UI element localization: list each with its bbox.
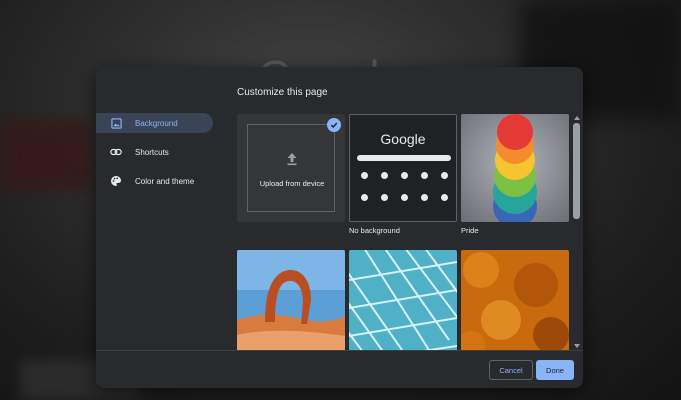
preview-shortcut-dot (361, 194, 368, 201)
sidebar-item-label: Shortcuts (135, 147, 169, 157)
no-background-tile[interactable]: Google (349, 114, 457, 222)
preview-shortcut-dot (361, 172, 368, 179)
dialog-footer: Cancel Done (96, 350, 583, 388)
glass-building-photo (349, 250, 457, 350)
scrollbar-thumb[interactable] (573, 123, 580, 219)
dialog-title: Customize this page (237, 87, 328, 98)
upload-icon (287, 153, 297, 166)
sidebar-item-color-theme[interactable]: Color and theme (96, 171, 216, 191)
scroll-up-icon[interactable] (572, 114, 581, 122)
arch-photo-tile[interactable] (237, 250, 345, 350)
preview-shortcut-dot (441, 194, 448, 201)
upload-dropzone[interactable]: Upload from device (247, 124, 335, 212)
preview-shortcut-dot (421, 194, 428, 201)
preview-searchbar (357, 155, 451, 161)
cancel-button[interactable]: Cancel (489, 360, 533, 380)
preview-shortcut-dot (441, 172, 448, 179)
preview-shortcut-dot (381, 172, 388, 179)
sidebar-item-label: Background (135, 118, 178, 128)
scroll-down-icon[interactable] (572, 342, 581, 350)
pride-label: Pride (461, 226, 479, 235)
selected-check-icon (327, 118, 341, 132)
sidebar-nav: Background Shortcuts Color and theme (96, 113, 216, 200)
sidebar-item-background[interactable]: Background (96, 113, 213, 133)
pride-artwork (461, 114, 569, 222)
preview-google-logo: Google (380, 131, 426, 147)
upload-label: Upload from device (259, 179, 325, 188)
background-grid: Upload from device Google No background (237, 114, 571, 350)
glass-building-photo-tile[interactable] (349, 250, 457, 350)
autumn-leaves-photo (461, 250, 569, 350)
grid-scrollbar[interactable] (572, 114, 581, 350)
upload-from-device-tile[interactable]: Upload from device (237, 114, 345, 222)
no-background-label: No background (349, 226, 400, 235)
palette-icon (110, 175, 122, 187)
preview-shortcut-dot (421, 172, 428, 179)
image-icon (110, 117, 122, 129)
customize-dialog: Customize this page Background Shortcuts… (96, 67, 583, 388)
sidebar-item-label: Color and theme (135, 176, 195, 186)
preview-shortcut-dot (381, 194, 388, 201)
preview-shortcut-dot (401, 194, 408, 201)
link-icon (110, 146, 122, 158)
autumn-leaves-photo-tile[interactable] (461, 250, 569, 350)
preview-shortcut-dot (401, 172, 408, 179)
done-button[interactable]: Done (536, 360, 574, 380)
arch-photo (237, 250, 345, 350)
pride-tile[interactable] (461, 114, 569, 222)
sidebar-item-shortcuts[interactable]: Shortcuts (96, 142, 216, 162)
